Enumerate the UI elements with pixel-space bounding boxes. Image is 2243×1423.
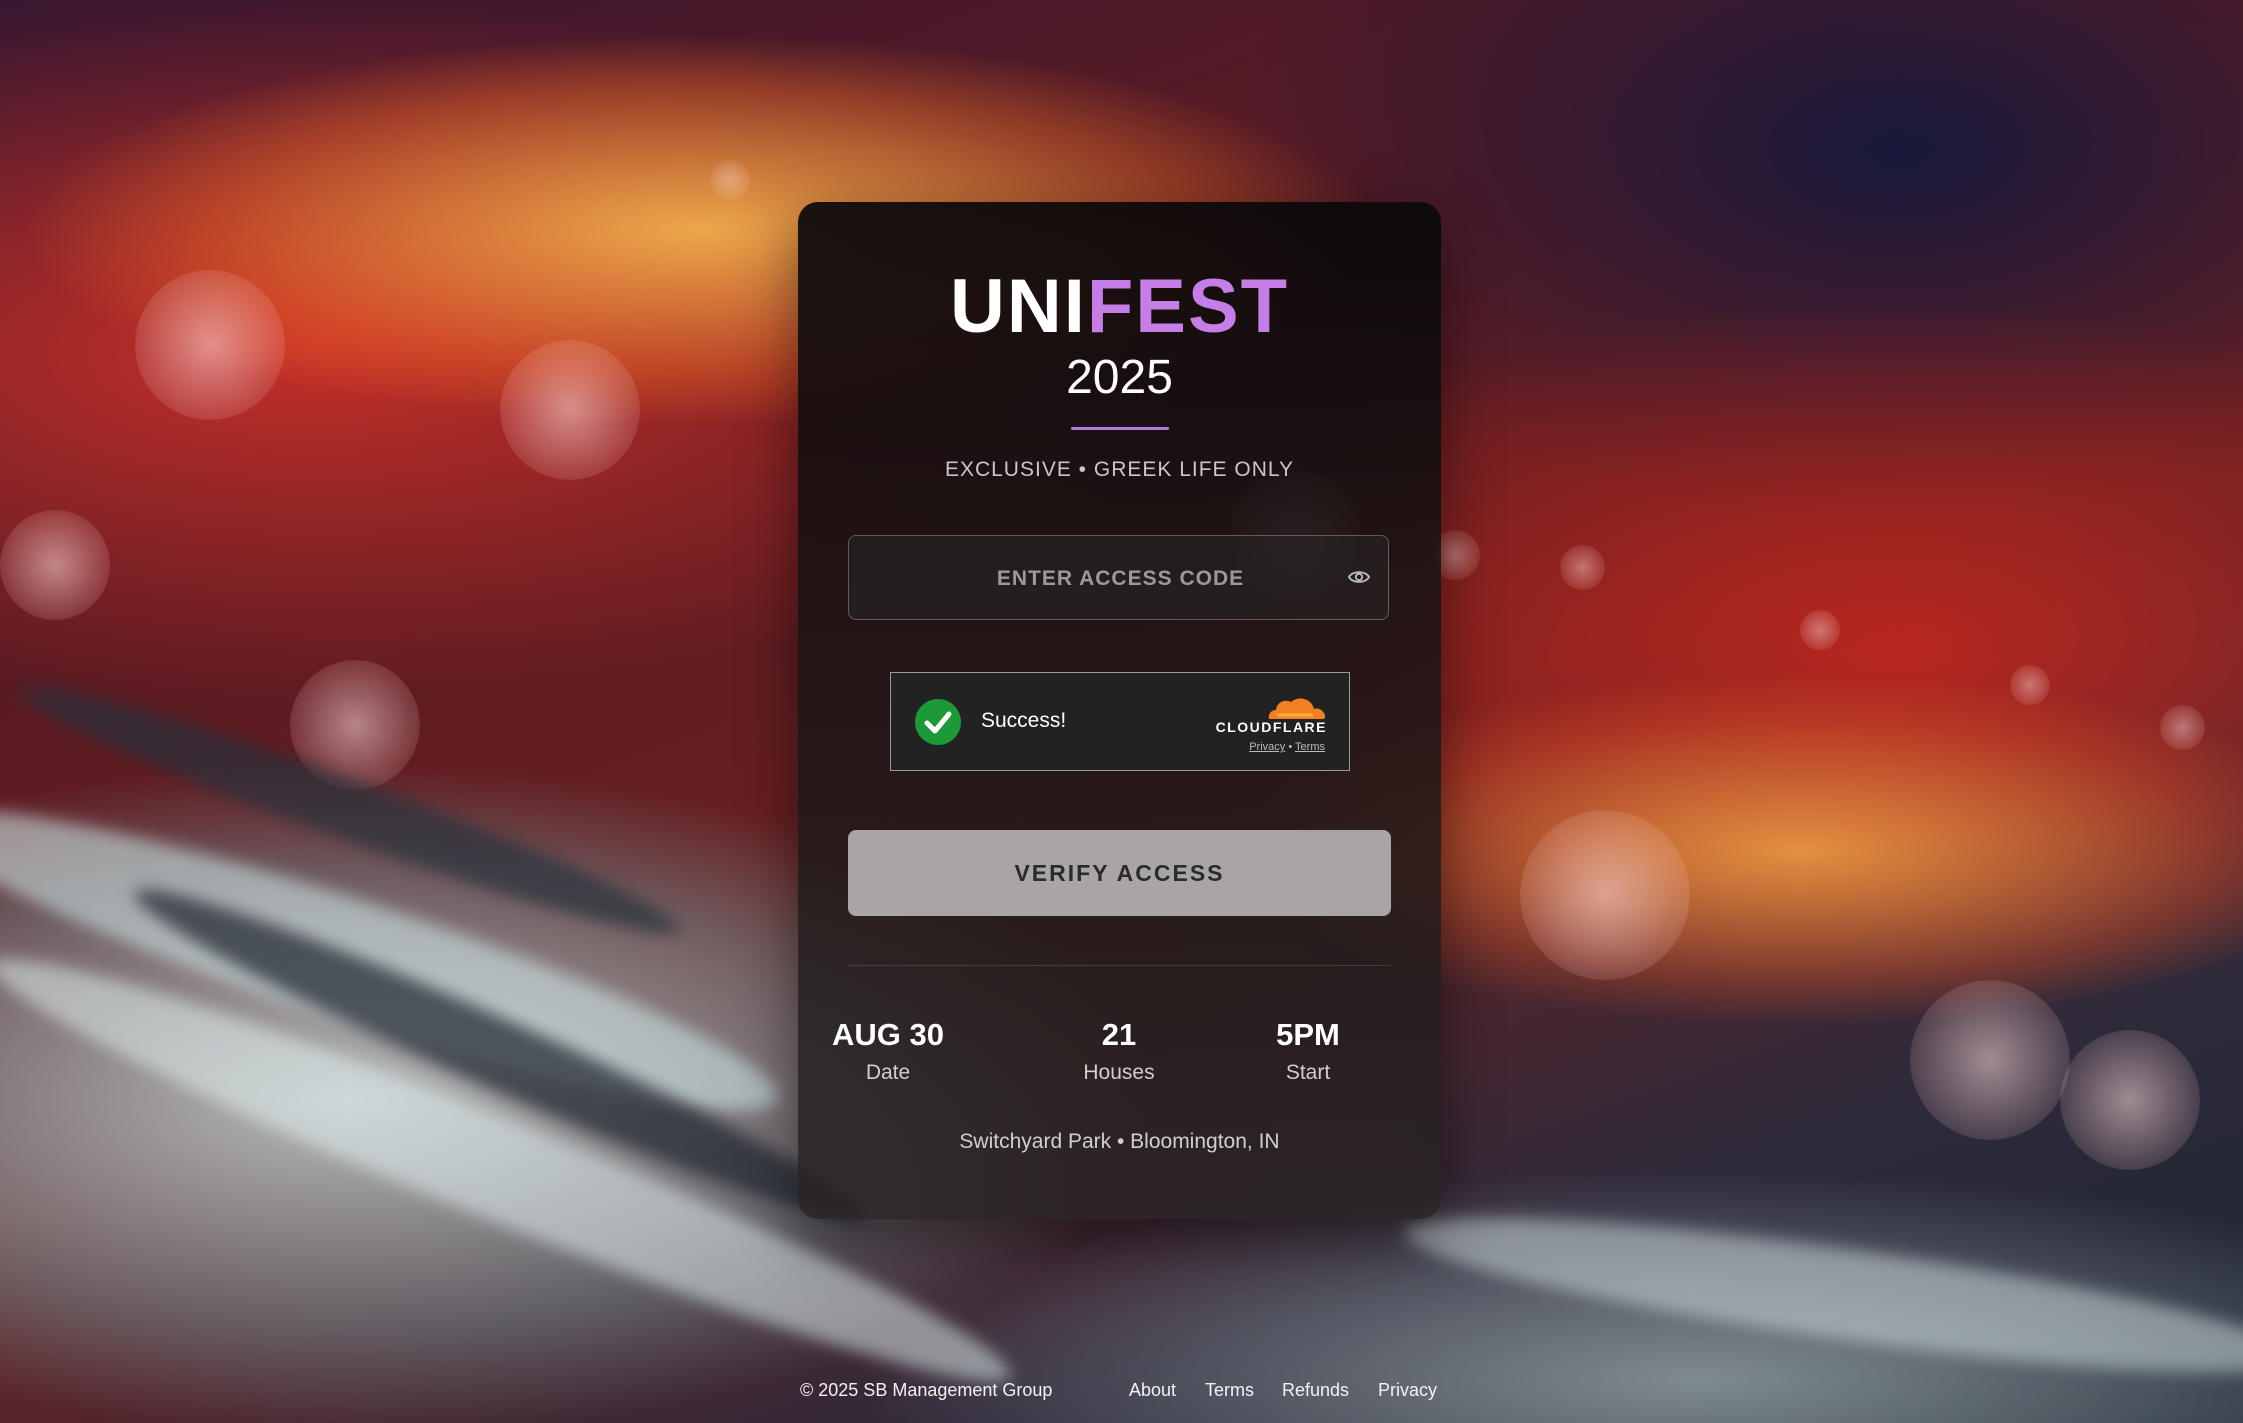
stat-start: 5PM Start bbox=[1218, 1017, 1398, 1085]
cloudflare-cloud-icon bbox=[1268, 698, 1326, 719]
stat-start-label: Start bbox=[1285, 1061, 1331, 1084]
title-divider bbox=[1071, 427, 1169, 430]
stat-start-value: 5PM bbox=[1276, 1017, 1340, 1052]
stat-houses-label: Houses bbox=[1083, 1061, 1155, 1084]
footer-copyright: © 2025 SB Management Group bbox=[800, 1380, 1053, 1400]
captcha-privacy-link[interactable]: Privacy bbox=[1249, 741, 1285, 753]
access-code-input[interactable] bbox=[849, 536, 1392, 621]
cloudflare-wordmark: CLOUDFLARE bbox=[1215, 719, 1327, 735]
footer-link-terms[interactable]: Terms bbox=[1205, 1380, 1254, 1401]
event-tagline: EXCLUSIVE • GREEK LIFE ONLY bbox=[944, 458, 1295, 481]
logo-part-fest: FEST bbox=[1086, 264, 1290, 349]
eye-icon[interactable] bbox=[1348, 566, 1370, 588]
venue-location: Switchyard Park • Bloomington, IN bbox=[959, 1130, 1280, 1153]
access-card: UNIFEST 2025 EXCLUSIVE • GREEK LIFE ONLY… bbox=[798, 202, 1441, 1219]
stat-houses: 21 Houses bbox=[1029, 1017, 1209, 1085]
captcha-terms-link[interactable]: Terms bbox=[1295, 741, 1325, 753]
stat-date: AUG 30 Date bbox=[798, 1017, 978, 1085]
check-circle-icon bbox=[915, 699, 961, 745]
access-code-field bbox=[848, 535, 1392, 621]
verify-access-button[interactable]: VERIFY ACCESS bbox=[848, 830, 1391, 916]
stat-houses-value: 21 bbox=[1101, 1017, 1137, 1052]
event-year: 2025 bbox=[1066, 351, 1173, 404]
event-logo: UNIFEST bbox=[798, 262, 1441, 352]
logo-part-uni: UNI bbox=[949, 264, 1087, 349]
stat-date-value: AUG 30 bbox=[832, 1017, 944, 1052]
captcha-status: Success! bbox=[981, 709, 1067, 732]
cloudflare-turnstile-widget[interactable]: Success! CLOUDFLARE Privacy • Terms bbox=[890, 672, 1350, 771]
footer-link-about[interactable]: About bbox=[1129, 1380, 1176, 1401]
stat-date-label: Date bbox=[865, 1061, 911, 1084]
footer-link-refunds[interactable]: Refunds bbox=[1282, 1380, 1349, 1401]
captcha-links: Privacy • Terms bbox=[1249, 741, 1325, 753]
section-divider bbox=[848, 965, 1391, 966]
footer-link-privacy[interactable]: Privacy bbox=[1378, 1380, 1437, 1401]
captcha-link-separator: • bbox=[1288, 741, 1293, 753]
